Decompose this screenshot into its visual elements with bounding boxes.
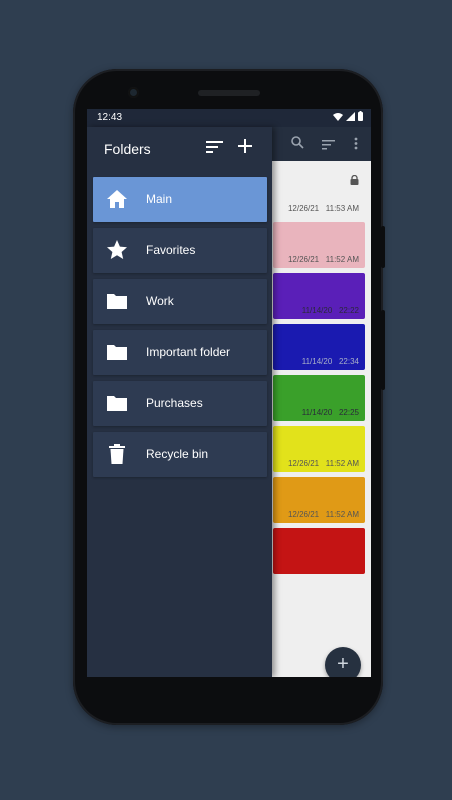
note-date: 12/26/21 11:52 AM [287, 510, 359, 519]
note-date: 12/26/21 11:52 AM [287, 459, 359, 468]
drawer-header: Folders [87, 127, 272, 173]
note-date: 11/14/20 22:22 [301, 306, 359, 315]
note-card[interactable]: 11/14/20 22:22 [273, 273, 365, 319]
lock-icon [350, 175, 359, 185]
battery-icon [358, 111, 363, 121]
wifi-icon [333, 112, 343, 121]
folder-label: Main [146, 192, 173, 206]
note-date: 11/14/20 22:25 [301, 408, 359, 417]
add-folder-button[interactable] [238, 137, 256, 155]
folder-item-recycle-bin[interactable]: Recycle bin [93, 432, 267, 477]
folder-item-main[interactable]: Main [93, 177, 267, 222]
sort-icon [206, 141, 223, 153]
sort-icon[interactable] [322, 138, 335, 153]
status-bar: 12:43 [87, 109, 371, 127]
add-note-button[interactable]: + [325, 647, 361, 677]
trash-icon [109, 444, 125, 464]
status-icons [333, 111, 363, 121]
home-icon [107, 190, 127, 208]
volume-button [381, 226, 385, 268]
folder-label: Recycle bin [146, 447, 209, 461]
drawer-title: Folders [104, 141, 151, 157]
note-card[interactable]: 12/26/21 11:52 AM [273, 426, 365, 472]
folder-label: Favorites [146, 243, 196, 257]
folder-icon [107, 345, 127, 360]
plus-icon: + [337, 653, 349, 675]
note-date: 12/26/21 11:53 AM [287, 204, 359, 213]
sort-folders-button[interactable] [206, 141, 224, 157]
note-card[interactable]: 12/26/21 11:52 AM [273, 222, 365, 268]
note-date: 11/14/20 22:34 [301, 357, 359, 366]
star-icon [107, 240, 127, 259]
status-time: 12:43 [97, 112, 123, 123]
note-card[interactable]: 12/26/21 11:52 AM [273, 477, 365, 523]
folder-item-favorites[interactable]: Favorites [93, 228, 267, 273]
folder-label: Important folder [146, 345, 231, 359]
folder-list: Main Favorites Work Important folder Pur… [93, 177, 267, 483]
signal-icon [346, 111, 355, 121]
note-card[interactable]: 12/26/21 11:53 AM [273, 171, 365, 217]
folder-item-work[interactable]: Work [93, 279, 267, 324]
search-icon[interactable] [291, 136, 304, 152]
folder-label: Work [146, 294, 174, 308]
power-button [381, 310, 385, 390]
note-card[interactable] [273, 528, 365, 574]
folder-item-purchases[interactable]: Purchases [93, 381, 267, 426]
folders-drawer: Folders Main Favorites Work Important fo… [87, 127, 272, 677]
folder-item-important-folder[interactable]: Important folder [93, 330, 267, 375]
more-options-icon[interactable] [354, 137, 358, 153]
earpiece-speaker [198, 90, 260, 96]
note-card[interactable]: 11/14/20 22:34 [273, 324, 365, 370]
note-date: 12/26/21 11:52 AM [287, 255, 359, 264]
folder-label: Purchases [146, 396, 203, 410]
plus-icon [238, 139, 252, 153]
folder-icon [107, 294, 127, 309]
front-camera [128, 87, 139, 98]
folder-icon [107, 396, 127, 411]
phone-screen: 12:43 12/26/21 11:53 AM 12/26/21 11:52 A… [87, 109, 371, 677]
note-card[interactable]: 11/14/20 22:25 [273, 375, 365, 421]
